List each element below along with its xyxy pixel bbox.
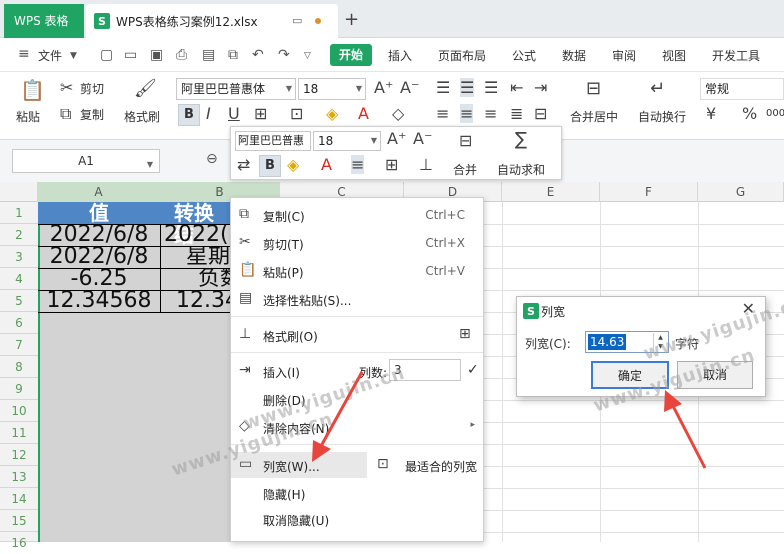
arrow-to-ok-button <box>664 390 707 469</box>
annotation-arrows <box>312 371 707 469</box>
arrow-to-column-width <box>312 371 364 462</box>
